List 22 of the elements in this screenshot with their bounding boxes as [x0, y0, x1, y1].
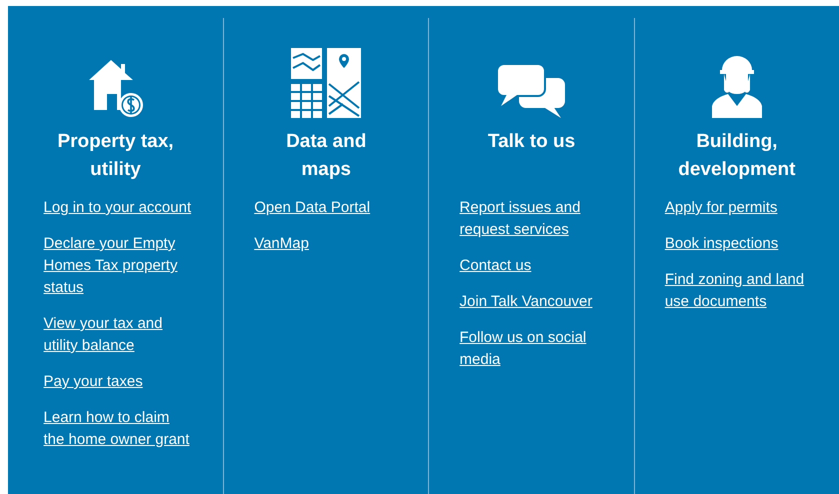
link[interactable]: View your tax and utility balance: [44, 313, 194, 357]
column-title: Talk to us: [486, 130, 576, 154]
house-dollar-icon: [86, 58, 145, 118]
link[interactable]: Open Data Portal: [254, 197, 370, 219]
map-grid-icon: [291, 48, 362, 118]
link[interactable]: Join Talk Vancouver: [460, 291, 592, 313]
link[interactable]: Find zoning and land use documents: [664, 269, 815, 313]
column-title: Data and maps: [285, 130, 368, 182]
link[interactable]: VanMap: [254, 233, 309, 255]
worker-helmet-icon: [710, 54, 764, 118]
link[interactable]: Log in to your account: [44, 197, 192, 219]
chat-bubbles-icon: [496, 64, 567, 118]
column-title: Building, development: [677, 130, 796, 182]
column-title: Property tax, utility: [56, 130, 175, 182]
link[interactable]: Apply for permits: [664, 197, 778, 219]
link[interactable]: Book inspections: [664, 233, 778, 255]
link[interactable]: Learn how to claim the home owner grant: [44, 407, 194, 451]
link[interactable]: Pay your taxes: [44, 371, 143, 393]
link[interactable]: Contact us: [460, 255, 532, 277]
link[interactable]: Follow us on social media: [460, 327, 610, 371]
link[interactable]: Declare your Empty Homes Tax property status: [44, 233, 194, 299]
link[interactable]: Report issues and request services: [460, 197, 610, 241]
